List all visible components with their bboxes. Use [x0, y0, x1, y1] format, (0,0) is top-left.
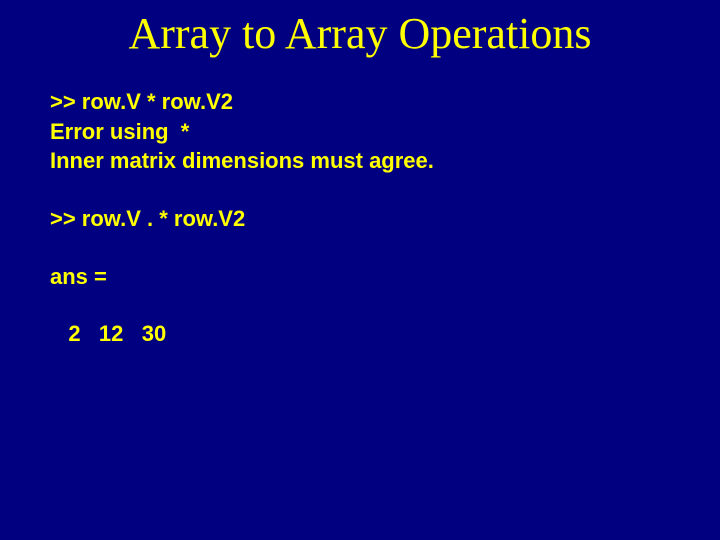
- spacer: [50, 234, 670, 262]
- slide-body: >> row.V * row.V2 Error using * Inner ma…: [0, 59, 720, 349]
- code-line: Error using *: [50, 117, 670, 147]
- spacer: [50, 176, 670, 204]
- spacer: [50, 291, 670, 319]
- code-line: >> row.V . * row.V2: [50, 204, 670, 234]
- code-line: ans =: [50, 262, 670, 292]
- code-line: Inner matrix dimensions must agree.: [50, 146, 670, 176]
- slide: Array to Array Operations >> row.V * row…: [0, 0, 720, 540]
- slide-title: Array to Array Operations: [0, 0, 720, 59]
- code-line: 2 12 30: [50, 319, 670, 349]
- code-line: >> row.V * row.V2: [50, 87, 670, 117]
